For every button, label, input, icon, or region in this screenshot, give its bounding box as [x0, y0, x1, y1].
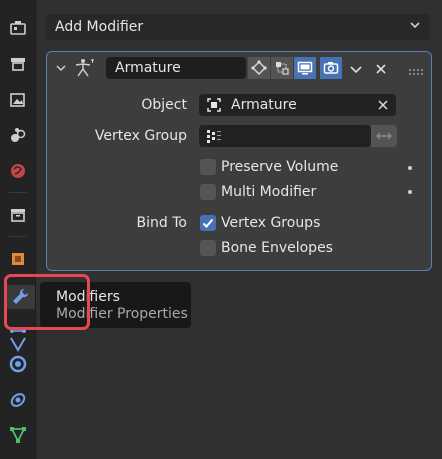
- preserve-volume-checkbox[interactable]: [200, 159, 216, 175]
- animate-property-dot[interactable]: [408, 166, 412, 170]
- tab-separator: [9, 192, 27, 193]
- object-field[interactable]: Armature: [199, 94, 396, 116]
- render-icon[interactable]: [6, 52, 30, 76]
- animate-property-dot[interactable]: [408, 190, 412, 194]
- tool-icon[interactable]: [6, 16, 30, 40]
- collapse-chevron-icon[interactable]: [55, 62, 67, 78]
- properties-tab-strip: [0, 0, 35, 459]
- scene-icon[interactable]: [6, 159, 30, 183]
- armature-modifier-icon: [74, 58, 96, 82]
- bone-envelopes-checkbox[interactable]: [200, 240, 216, 256]
- modifier-menu-chevron-icon[interactable]: [345, 58, 367, 80]
- vertex-group-field[interactable]: [199, 125, 371, 147]
- clear-object-icon[interactable]: [377, 99, 389, 111]
- vertex-groups-checkbox[interactable]: [200, 215, 216, 231]
- bind-to-label: Bind To: [136, 215, 187, 231]
- view-layer-icon[interactable]: [6, 123, 30, 147]
- invert-arrows-icon: [375, 130, 393, 142]
- vertex-groups-label: Vertex Groups: [221, 215, 321, 231]
- object-data-icon[interactable]: [6, 388, 30, 412]
- multi-modifier-checkbox[interactable]: [200, 184, 216, 200]
- data-icon[interactable]: [6, 423, 30, 447]
- invert-vertex-group-button[interactable]: [371, 125, 397, 147]
- add-modifier-label: Add Modifier: [55, 19, 144, 35]
- modifier-name-field[interactable]: Armature: [106, 57, 246, 79]
- bone-envelopes-label: Bone Envelopes: [221, 240, 333, 256]
- drag-handle-icon[interactable]: [408, 64, 424, 80]
- multi-modifier-label: Multi Modifier: [221, 184, 317, 200]
- output-icon[interactable]: [6, 88, 30, 112]
- tab-separator: [9, 236, 27, 237]
- on-cage-toggle-icon[interactable]: [271, 57, 293, 79]
- add-modifier-button[interactable]: Add Modifier: [46, 14, 430, 40]
- render-toggle-icon[interactable]: [320, 57, 342, 79]
- edit-mode-toggle-icon[interactable]: [248, 57, 270, 79]
- constraints-icon[interactable]: [6, 352, 30, 376]
- remove-modifier-icon[interactable]: [370, 58, 392, 80]
- collection-icon[interactable]: [6, 203, 30, 227]
- chevron-down-icon: [408, 18, 422, 36]
- highlight-box: [4, 274, 90, 330]
- viewport-display-toggle-icon[interactable]: [294, 57, 316, 79]
- object-icon[interactable]: [6, 247, 30, 271]
- preserve-volume-label: Preserve Volume: [221, 159, 339, 175]
- vertex-group-icon: [206, 128, 222, 144]
- object-icon: [206, 97, 222, 113]
- modifier-name: Armature: [115, 60, 181, 76]
- object-value: Armature: [231, 97, 297, 113]
- object-label: Object: [141, 97, 187, 113]
- checkmark-icon: [202, 218, 214, 228]
- vertex-group-label: Vertex Group: [94, 128, 187, 144]
